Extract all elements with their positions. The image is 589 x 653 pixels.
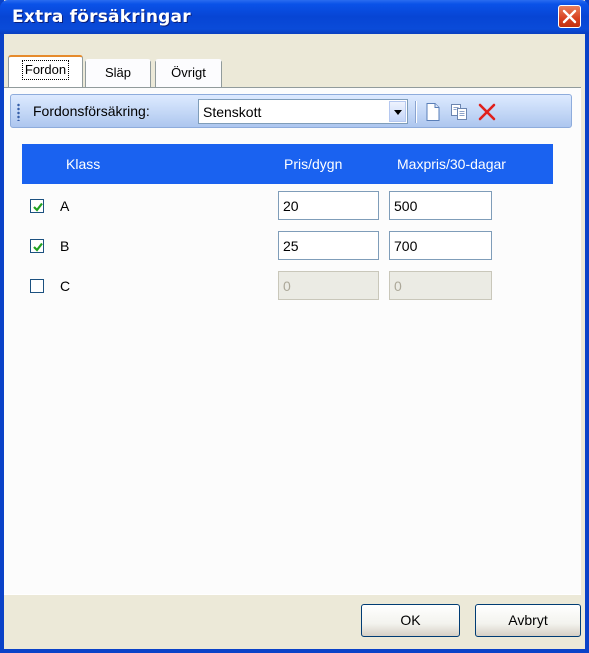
dropdown-arrow-icon[interactable] bbox=[389, 101, 406, 122]
checkbox-b[interactable] bbox=[30, 239, 44, 253]
row-b-klass: B bbox=[60, 238, 70, 254]
max-price-input-c: 0 bbox=[389, 271, 492, 300]
checkmark-icon bbox=[33, 242, 43, 252]
grid-row-b: B 25 700 bbox=[22, 231, 553, 271]
insurance-select-value: Stenskott bbox=[203, 104, 262, 120]
tab-slap-label: Släp bbox=[104, 65, 132, 80]
close-icon bbox=[562, 9, 577, 24]
price-per-day-input-a[interactable]: 20 bbox=[278, 191, 379, 220]
insurance-label: Fordonsförsäkring: bbox=[33, 103, 150, 119]
window-title: Extra försäkringar bbox=[12, 7, 191, 27]
close-button[interactable] bbox=[558, 5, 581, 28]
price-per-day-input-b[interactable]: 25 bbox=[278, 231, 379, 260]
cancel-button[interactable]: Avbryt bbox=[475, 604, 581, 637]
grid-row-a: A 20 500 bbox=[22, 191, 553, 231]
toolbar: Fordonsförsäkring: Stenskott bbox=[10, 94, 572, 128]
tab-ovrigt-label: Övrigt bbox=[171, 65, 206, 80]
toolbar-grip[interactable] bbox=[17, 103, 20, 121]
column-header-maxpris: Maxpris/30-dagar bbox=[397, 156, 506, 172]
row-a-klass: A bbox=[60, 198, 70, 214]
checkbox-a[interactable] bbox=[30, 199, 44, 213]
checkbox-c[interactable] bbox=[30, 279, 44, 293]
grid-row-c: C 0 0 bbox=[22, 271, 553, 311]
copy-icon[interactable] bbox=[449, 102, 469, 122]
title-bar[interactable]: Extra försäkringar bbox=[0, 0, 589, 34]
ok-button[interactable]: OK bbox=[361, 604, 460, 637]
insurance-select[interactable]: Stenskott bbox=[198, 99, 408, 124]
footer-divider bbox=[4, 594, 581, 595]
max-price-input-b[interactable]: 700 bbox=[389, 231, 492, 260]
grid-header: Klass Pris/dygn Maxpris/30-dagar bbox=[22, 144, 553, 184]
price-per-day-input-c: 0 bbox=[278, 271, 379, 300]
tab-ovrigt[interactable]: Övrigt bbox=[155, 59, 222, 87]
tab-slap[interactable]: Släp bbox=[85, 59, 151, 87]
toolbar-separator bbox=[415, 101, 416, 123]
new-document-icon[interactable] bbox=[423, 102, 443, 122]
column-header-pris: Pris/dygn bbox=[284, 156, 343, 172]
tab-fordon[interactable]: Fordon bbox=[8, 55, 83, 87]
delete-icon[interactable] bbox=[477, 102, 497, 122]
column-header-klass: Klass bbox=[66, 156, 101, 172]
tab-fordon-label: Fordon bbox=[21, 60, 70, 80]
checkmark-icon bbox=[33, 202, 43, 212]
max-price-input-a[interactable]: 500 bbox=[389, 191, 492, 220]
row-c-klass: C bbox=[60, 278, 71, 294]
